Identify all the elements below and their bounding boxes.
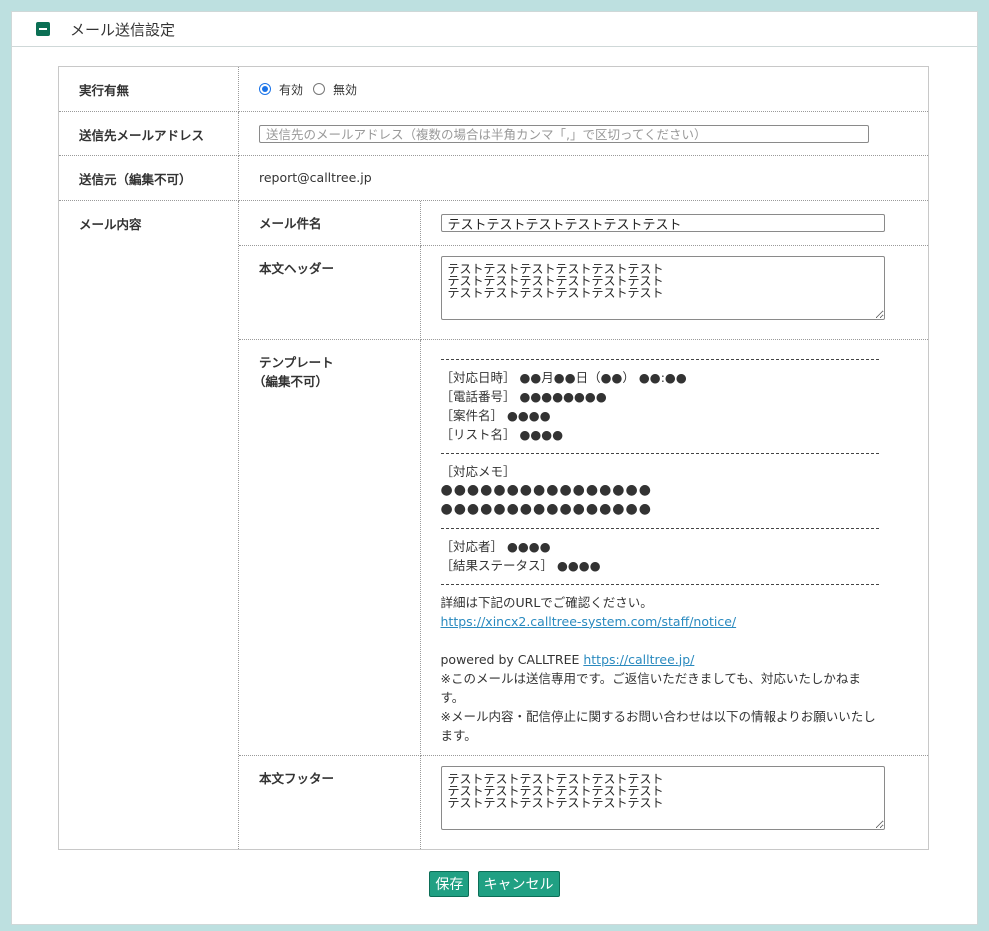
radio-disabled[interactable]	[313, 83, 326, 95]
mail-content-label: メール内容	[58, 200, 239, 850]
template-memo-line: ●●●●●●●●●●●●●●●●	[440, 500, 652, 517]
from-address: report@calltree.jp	[259, 170, 372, 185]
template-note: す。	[440, 689, 465, 705]
settings-form: 実行有無 有効 無効 送信先メールアドレス 送信元（編集不可）	[58, 66, 929, 850]
template-label-line1: テンプレート	[259, 354, 334, 370]
subject-input[interactable]	[440, 214, 885, 232]
subject-row: メール件名	[239, 201, 928, 246]
template-line: ［対応者］ ●●●●	[440, 538, 551, 554]
template-line: ［結果ステータス］ ●●●●	[440, 557, 601, 573]
header-row: 本文ヘッダー テストテストテストテストテストテスト テストテストテストテストテス…	[239, 244, 928, 340]
save-button[interactable]: 保存	[429, 871, 470, 897]
template-label-line2: （編集不可）	[253, 373, 329, 389]
enable-radio-group: 有効 無効	[259, 67, 928, 111]
template-line: ［案件名］ ●●●●	[440, 407, 551, 423]
footer-value: テストテストテストテストテストテスト テストテストテストテストテストテスト テス…	[419, 754, 928, 849]
calltree-link[interactable]: https://calltree.jp/	[583, 652, 694, 667]
cancel-button[interactable]: キャンセル	[477, 871, 560, 897]
footer-label: 本文フッター	[239, 754, 421, 849]
from-row: 送信元（編集不可） report@calltree.jp	[58, 155, 929, 201]
from-label: 送信元（編集不可）	[58, 155, 239, 201]
template-divider	[440, 583, 879, 585]
powered-by-text: powered by CALLTREE	[440, 651, 584, 667]
header-label: 本文ヘッダー	[239, 244, 421, 340]
template-line: ［リスト名］ ●●●●	[440, 426, 564, 442]
template-line: ［対応日時］ ●●月●●日（●●） ●●:●●	[440, 369, 687, 385]
to-address-input[interactable]	[259, 125, 869, 143]
template-details-text: 詳細は下記のURLでご確認ください。	[440, 594, 653, 610]
mail-content-value: メール件名 本文ヘッダー テストテストテストテストテストテスト テストテストテス…	[238, 200, 929, 850]
header-value: テストテストテストテストテストテスト テストテストテストテストテストテスト テス…	[419, 244, 928, 340]
footer-row: 本文フッター テストテストテストテストテストテスト テストテストテストテストテス…	[239, 754, 928, 849]
subject-value	[419, 201, 928, 246]
subject-label: メール件名	[239, 201, 421, 246]
mail-settings-panel: メール送信設定 実行有無 有効 無効 送信先メールアドレス 送信先のメールアドレ…	[11, 11, 978, 925]
mail-content-row: メール内容 メール件名 本文ヘッダー	[58, 200, 929, 850]
template-line: ［電話番号］ ●●●●●●●●	[440, 388, 607, 404]
mail-content-table: メール件名 本文ヘッダー テストテストテストテストテストテスト テストテストテス…	[239, 201, 928, 849]
template-divider	[440, 527, 879, 529]
template-note: ※メール内容・配信停止に関するお問い合わせは以下の情報よりお願いいたし	[440, 708, 876, 724]
to-value	[238, 111, 929, 156]
template-row: テンプレート （編集不可） ［対応日時］ ●●月●●日（●●） ●●:●● ［電…	[239, 338, 929, 756]
radio-enabled-label[interactable]: 有効	[279, 81, 303, 98]
template-divider	[440, 452, 879, 454]
template-note: ※このメールは送信専用です。ご返信いただきましても、対応いたしかねま	[440, 670, 861, 686]
to-label: 送信先メールアドレス	[58, 111, 239, 156]
action-buttons: 保存 キャンセル	[12, 871, 977, 897]
details-link[interactable]: https://xincx2.calltree-system.com/staff…	[441, 614, 737, 629]
template-content: ［対応日時］ ●●月●●日（●●） ●●:●● ［電話番号］ ●●●●●●●● …	[440, 340, 929, 755]
radio-disabled-label[interactable]: 無効	[333, 81, 357, 98]
from-value: report@calltree.jp	[238, 155, 929, 201]
panel-header: メール送信設定	[12, 12, 977, 47]
radio-enabled[interactable]	[259, 83, 271, 95]
template-divider	[440, 358, 879, 360]
enable-row: 実行有無 有効 無効	[58, 66, 929, 112]
template-memo-label: ［対応メモ］	[440, 463, 516, 479]
footer-textarea[interactable]: テストテストテストテストテストテスト テストテストテストテストテストテスト テス…	[440, 765, 885, 830]
enable-value: 有効 無効	[238, 66, 929, 112]
header-textarea[interactable]: テストテストテストテストテストテスト テストテストテストテストテストテスト テス…	[440, 255, 885, 320]
panel-title: メール送信設定	[70, 21, 176, 39]
template-label: テンプレート （編集不可）	[239, 338, 421, 756]
template-note: ます。	[440, 727, 477, 743]
enable-label: 実行有無	[58, 66, 239, 112]
template-value: ［対応日時］ ●●月●●日（●●） ●●:●● ［電話番号］ ●●●●●●●● …	[419, 338, 929, 756]
collapse-icon[interactable]	[36, 22, 50, 36]
template-memo-line: ●●●●●●●●●●●●●●●●	[440, 481, 652, 498]
to-row: 送信先メールアドレス	[58, 111, 929, 156]
